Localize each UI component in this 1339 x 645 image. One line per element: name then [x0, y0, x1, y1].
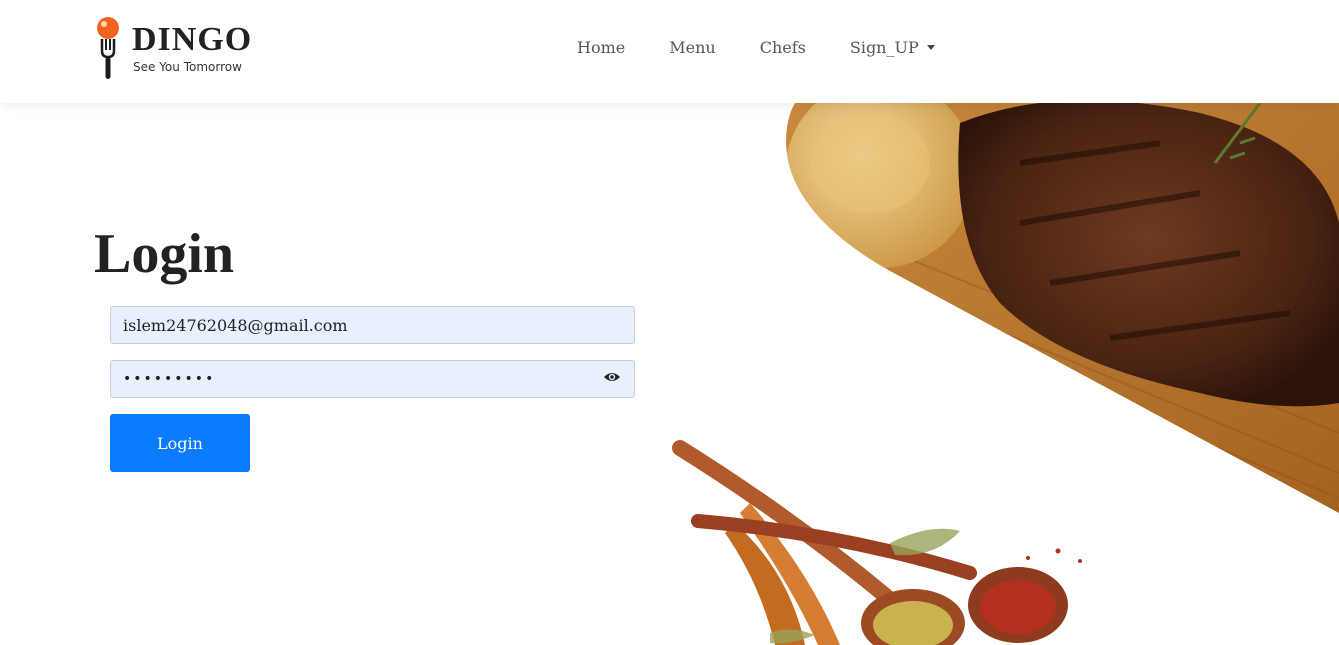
password-field[interactable] [110, 360, 635, 398]
login-button[interactable]: Login [110, 414, 250, 472]
nav-home[interactable]: Home [577, 38, 625, 57]
brand-tagline: See You Tomorrow [133, 60, 242, 74]
main-nav: Home Menu Chefs Sign_UP [577, 38, 979, 57]
nav-menu[interactable]: Menu [669, 38, 715, 57]
nav-chefs[interactable]: Chefs [760, 38, 806, 57]
site-header: DINGO See You Tomorrow Home Menu Chefs S… [0, 0, 1339, 103]
page-title: Login [94, 223, 235, 285]
hero-food-artwork [672, 103, 1339, 645]
spice-spoons-image [672, 440, 1082, 645]
steak-and-potato-image [786, 103, 1339, 513]
email-field[interactable] [110, 306, 635, 344]
brand-name: DINGO [132, 21, 253, 58]
brand-logo[interactable]: DINGO See You Tomorrow [94, 17, 264, 83]
eye-icon[interactable] [603, 370, 621, 384]
nav-sign-up-dropdown[interactable]: Sign_UP [850, 38, 935, 57]
fork-with-tomato-icon [97, 17, 119, 79]
